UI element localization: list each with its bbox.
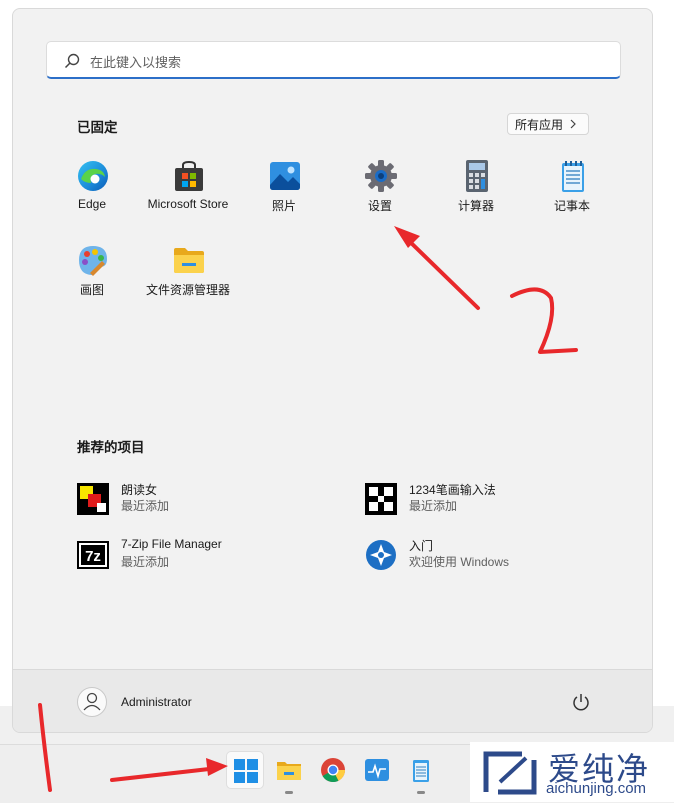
- user-avatar[interactable]: [77, 687, 107, 717]
- search-placeholder: 在此键入以搜索: [90, 55, 182, 70]
- item-name: 入门: [409, 539, 434, 553]
- file-explorer-icon: [277, 762, 301, 780]
- edge-icon: [78, 161, 108, 191]
- store-icon: [175, 160, 203, 191]
- taskbar-notepad[interactable]: [402, 751, 440, 794]
- app-label: 记事本: [553, 199, 590, 213]
- start-button[interactable]: [226, 751, 264, 789]
- pinned-app-notepad[interactable]: 记事本: [524, 159, 620, 229]
- watermark-emblem-icon: [483, 751, 537, 795]
- file-explorer-icon: [174, 248, 204, 273]
- all-apps-label: 所有应用: [515, 117, 564, 132]
- ime-1234-icon: [365, 483, 397, 515]
- watermark-logo: 爱纯净 aichunjing.com: [470, 742, 674, 802]
- pinned-app-settings[interactable]: 设置: [332, 159, 428, 229]
- app-label: 文件资源管理器: [145, 283, 230, 297]
- item-name: 7-Zip File Manager: [121, 537, 222, 551]
- activity-monitor-icon: [365, 759, 389, 781]
- notepad-icon: [413, 760, 429, 782]
- windows-logo-icon: [234, 759, 258, 783]
- pinned-title: 已固定: [77, 120, 118, 135]
- calculator-icon: [466, 160, 488, 192]
- taskbar-file-explorer[interactable]: [270, 751, 308, 794]
- all-apps-button[interactable]: 所有应用: [507, 113, 589, 135]
- pinned-app-calculator[interactable]: 计算器: [428, 159, 524, 229]
- taskbar-chrome[interactable]: [314, 751, 352, 789]
- item-name: 1234笔画输入法: [409, 483, 496, 497]
- chrome-icon: [321, 758, 346, 783]
- item-subtitle: 欢迎使用 Windows: [409, 555, 510, 569]
- user-icon: [83, 692, 101, 711]
- taskbar-monitor-app[interactable]: [358, 751, 396, 789]
- power-icon[interactable]: [571, 692, 591, 712]
- get-started-icon: [366, 540, 396, 570]
- notepad-icon: [562, 161, 584, 192]
- search-box[interactable]: 在此键入以搜索: [46, 41, 621, 79]
- recommended-item-langdunv[interactable]: 朗读女 最近添加: [77, 479, 337, 519]
- pinned-app-edge[interactable]: Edge: [44, 159, 140, 229]
- 7zip-icon: 7z: [77, 541, 109, 569]
- recommended-title: 推荐的项目: [77, 440, 145, 455]
- item-subtitle: 最近添加: [121, 555, 170, 569]
- pinned-app-paint[interactable]: 画图: [44, 243, 140, 313]
- search-icon: [64, 53, 80, 69]
- langdunv-icon: [77, 483, 109, 515]
- settings-gear-icon: [365, 160, 397, 192]
- start-menu-footer: Administrator: [13, 669, 652, 732]
- running-indicator: [285, 791, 293, 794]
- pinned-app-photos[interactable]: 照片: [236, 159, 332, 229]
- recommended-item-1234-ime[interactable]: 1234笔画输入法 最近添加: [365, 479, 625, 519]
- pinned-app-file-explorer[interactable]: 文件资源管理器: [140, 243, 236, 313]
- recommended-item-7zip[interactable]: 7z 7-Zip File Manager 最近添加: [77, 535, 337, 575]
- chevron-right-icon: [570, 119, 576, 129]
- user-name[interactable]: Administrator: [121, 695, 192, 709]
- running-indicator: [417, 791, 425, 794]
- item-subtitle: 最近添加: [409, 499, 458, 513]
- pinned-app-microsoft-store[interactable]: Microsoft Store: [140, 159, 236, 229]
- svg-text:7z: 7z: [85, 548, 101, 565]
- item-subtitle: 最近添加: [121, 499, 170, 513]
- start-menu: 在此键入以搜索 已固定 所有应用 Edge Microsoft Store 照片: [12, 8, 653, 733]
- watermark-url: aichunjing.com: [546, 780, 647, 797]
- paint-icon: [79, 246, 107, 276]
- item-name: 朗读女: [121, 483, 158, 497]
- recommended-item-get-started[interactable]: 入门 欢迎使用 Windows: [365, 535, 625, 575]
- photos-icon: [270, 162, 300, 190]
